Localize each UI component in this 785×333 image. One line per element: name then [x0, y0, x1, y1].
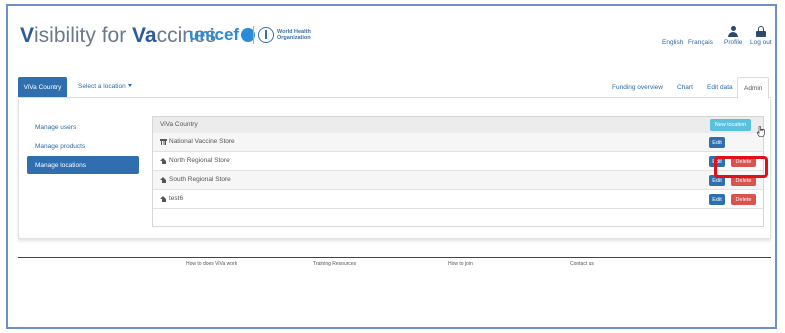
location-row: South Regional Store Edit Delete [153, 171, 763, 190]
new-location-button[interactable]: New location [710, 119, 751, 131]
country-button[interactable]: ViVa Country [18, 77, 67, 98]
logout-link[interactable]: Log out [750, 26, 772, 46]
home-icon [160, 195, 167, 202]
locations-panel: ViVa Country New location National Vacci… [152, 116, 764, 227]
location-name: North Regional Store [169, 157, 230, 164]
location-row: National Vaccine Store Edit [153, 133, 763, 152]
panel-title: ViVa Country [160, 121, 198, 128]
user-icon [728, 26, 739, 37]
sidebar-item-manage-users[interactable]: Manage users [27, 118, 139, 136]
site-header: Visibility for Vaccines unicef World Hea… [8, 6, 775, 64]
tab-bar: ViVa Country Select a location Funding o… [18, 77, 771, 99]
profile-link[interactable]: Profile [724, 26, 742, 46]
footer-divider [18, 257, 771, 258]
tab-edit-data[interactable]: Edit data [707, 84, 733, 91]
screenshot-frame: Visibility for Vaccines unicef World Hea… [6, 4, 777, 329]
edit-button[interactable]: Edit [709, 137, 725, 148]
lock-icon [755, 26, 766, 37]
location-row: test6 Edit Delete [153, 190, 763, 209]
footer-link-training-resources[interactable]: Training Resources [313, 261, 356, 267]
footer-link-contact-us[interactable]: Contact us [570, 261, 594, 267]
annotation-highlight [714, 156, 768, 178]
who-emblem-icon [258, 27, 274, 43]
delete-button[interactable]: Delete [731, 194, 756, 205]
caret-down-icon [127, 84, 132, 87]
location-name: test6 [169, 195, 184, 202]
admin-content: Manage users Manage products Manage loca… [18, 99, 771, 239]
tab-chart[interactable]: Chart [677, 84, 693, 91]
home-icon [160, 157, 167, 164]
home-icon [160, 176, 167, 183]
logo-divider [253, 26, 254, 44]
language-french-link[interactable]: Français [688, 39, 713, 46]
language-english-link[interactable]: English [662, 39, 683, 46]
store-icon [160, 138, 167, 145]
location-name: National Vaccine Store [169, 138, 235, 145]
panel-header: ViVa Country New location [153, 117, 763, 134]
site-title[interactable]: Visibility for Vaccines [20, 24, 216, 48]
sidebar-item-manage-products[interactable]: Manage products [27, 137, 139, 155]
who-logo: World Health Organization [258, 27, 311, 43]
hand-cursor-icon [757, 126, 765, 137]
footer-link-how-it-works[interactable]: How to does ViVa work [186, 261, 237, 267]
unicef-logo: unicef [189, 25, 256, 45]
tab-admin[interactable]: Admin [737, 77, 770, 99]
location-row: North Regional Store Edit Delete [153, 152, 763, 171]
tab-funding-overview[interactable]: Funding overview [612, 84, 663, 91]
sidebar-item-manage-locations[interactable]: Manage locations [27, 156, 139, 174]
footer-link-how-to-join[interactable]: How to join [448, 261, 473, 267]
edit-button[interactable]: Edit [709, 194, 725, 205]
location-name: South Regional Store [169, 176, 231, 183]
location-select[interactable]: Select a location [78, 83, 132, 90]
